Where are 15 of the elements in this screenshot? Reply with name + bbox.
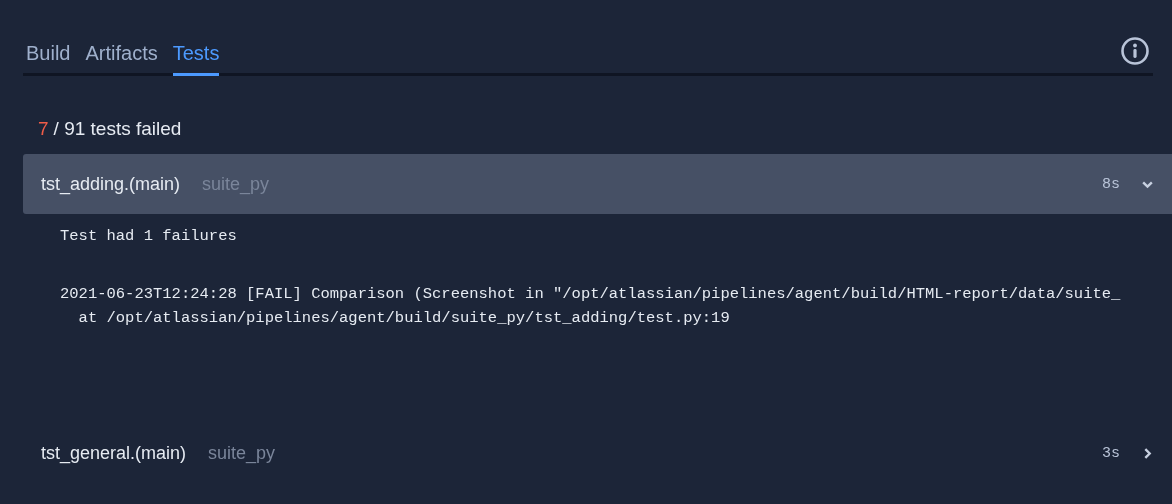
log-line: at /opt/atlassian/pipelines/agent/build/suite_py/tst_adding/test.py:19	[77, 308, 731, 329]
tab[interactable]: Artifacts	[85, 28, 158, 76]
suite-name: suite_py	[208, 442, 277, 464]
duration: 3s	[1102, 444, 1120, 462]
duration: 8s	[1102, 175, 1120, 193]
test-name: tst_general.(main)	[41, 442, 187, 464]
tab[interactable]: Build	[26, 28, 71, 76]
summary-text: / 91 tests failed	[53, 118, 182, 139]
log-line: Test had 1 failures	[60, 226, 238, 247]
failed-count: 7	[38, 118, 49, 139]
tab[interactable]: Tests	[172, 28, 220, 76]
test-name: tst_adding.(main)	[41, 173, 181, 195]
info-icon[interactable]	[1120, 36, 1150, 66]
log-line: 2021-06-23T12:24:28 [FAIL] Comparison (Screenshot in "/opt/atlassian/pipelines/agent/build/HTML-report/data/suite_	[60, 284, 1122, 305]
test-row[interactable]: tst_general.(main) suite_py 3s	[23, 423, 1172, 483]
